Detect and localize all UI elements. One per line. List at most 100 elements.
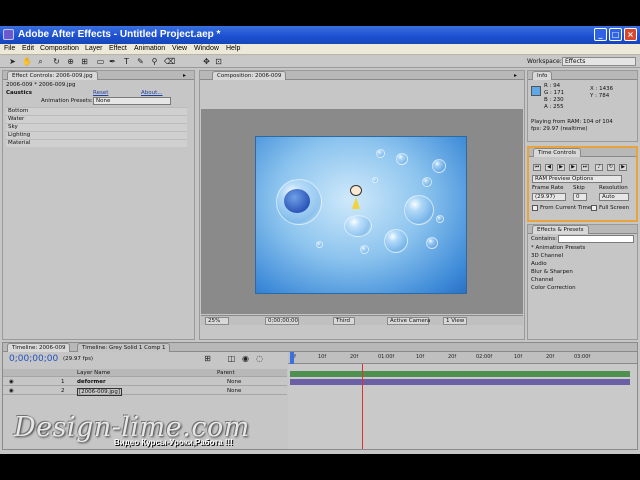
menu-animation[interactable]: Animation	[134, 45, 165, 52]
list-item[interactable]: Color Correction	[531, 285, 576, 291]
mask-tool-icon[interactable]: ▭	[96, 57, 105, 66]
next-frame-button[interactable]: ▶	[569, 164, 577, 171]
close-button[interactable]: ×	[624, 28, 637, 41]
about-link[interactable]: About...	[141, 90, 163, 96]
list-item[interactable]: Channel	[531, 277, 554, 283]
tab-composition[interactable]: Composition: 2006-009	[212, 71, 287, 80]
layer-name[interactable]: deformer	[77, 379, 106, 385]
tab-timeline-main[interactable]: Timeline: 2006-009	[7, 343, 71, 352]
current-time-display[interactable]: 0;00;00;00	[265, 317, 299, 325]
frame-rate-select[interactable]: (29.97)	[532, 193, 566, 201]
last-frame-button[interactable]: ⏭	[581, 164, 589, 171]
from-current-time-checkbox[interactable]	[532, 205, 538, 211]
ram-preview-button[interactable]: ▶	[619, 164, 627, 171]
effects-search-input[interactable]	[558, 235, 634, 243]
resolution-select[interactable]: Third	[333, 317, 355, 325]
motion-blur-icon[interactable]: ◉	[241, 354, 250, 363]
ram-preview-options-select[interactable]: RAM Preview Options	[532, 175, 622, 183]
rotation-tool-icon[interactable]: ↻	[52, 57, 61, 66]
reset-link[interactable]: Reset	[93, 90, 108, 96]
tab-effects-presets[interactable]: Effects & Presets	[532, 225, 589, 234]
tab-info[interactable]: Info	[532, 71, 553, 80]
visibility-eye-icon[interactable]: ◉	[9, 388, 14, 394]
previous-frame-button[interactable]: ◀	[545, 164, 553, 171]
table-row[interactable]: ◉ 2 [2006-009.jpg] None	[3, 387, 287, 396]
property-sky[interactable]: Sky	[6, 123, 187, 131]
panel-menu-icon[interactable]: ▸	[514, 72, 517, 79]
full-screen-checkbox[interactable]	[591, 205, 597, 211]
effect-caustics-name[interactable]: Caustics	[6, 90, 32, 96]
hand-tool-icon[interactable]: ✋	[22, 57, 32, 66]
menu-edit[interactable]: Edit	[22, 45, 34, 52]
parent-select[interactable]: None	[227, 388, 241, 394]
menu-layer[interactable]: Layer	[85, 45, 103, 52]
orbit-camera-tool-icon[interactable]: ⊕	[66, 57, 75, 66]
property-lighting[interactable]: Lighting	[6, 131, 187, 139]
property-bottom[interactable]: Bottom	[6, 107, 187, 115]
clone-stamp-tool-icon[interactable]: ⚲	[150, 57, 159, 66]
pan-behind-tool-icon[interactable]: ⊞	[80, 57, 89, 66]
resolution-select[interactable]: Auto	[599, 193, 629, 201]
zoom-tool-icon[interactable]: ⌕	[36, 57, 45, 66]
list-item[interactable]: 3D Channel	[531, 253, 563, 259]
loop-button[interactable]: ↻	[607, 164, 615, 171]
composition-canvas[interactable]	[255, 136, 467, 294]
eraser-tool-icon[interactable]: ⌫	[164, 57, 175, 66]
table-row[interactable]: ◉ 1 deformer None	[3, 378, 287, 386]
panel-menu-icon[interactable]: ▸	[183, 72, 186, 79]
menu-composition[interactable]: Composition	[40, 45, 79, 52]
world-axis-icon[interactable]: ⊡	[214, 57, 223, 66]
property-water[interactable]: Water	[6, 115, 187, 123]
animation-presets-select[interactable]: None	[93, 97, 171, 105]
graph-editor-icon[interactable]: ◌	[255, 354, 264, 363]
contains-label: Contains:	[531, 236, 557, 242]
full-screen-label: Full Screen	[599, 205, 630, 211]
menu-file[interactable]: File	[4, 45, 15, 52]
layer-duration-bar[interactable]	[290, 379, 630, 385]
brush-tool-icon[interactable]: ✎	[136, 57, 145, 66]
audio-button[interactable]: ♪	[595, 164, 603, 171]
tab-effect-controls[interactable]: Effect Controls: 2006-009.jpg	[7, 71, 98, 80]
info-g: G : 171	[544, 90, 565, 96]
layer-duration-bar[interactable]	[290, 371, 630, 377]
menu-help[interactable]: Help	[226, 45, 240, 52]
ruler-label: 03:00f	[574, 354, 591, 360]
maximize-button[interactable]: □	[609, 28, 622, 41]
zoom-select[interactable]: 25%	[205, 317, 229, 325]
list-item[interactable]: * Animation Presets	[531, 245, 585, 251]
axis-mode-icon[interactable]: ✥	[202, 57, 211, 66]
visibility-eye-icon[interactable]: ◉	[9, 379, 14, 385]
pen-tool-icon[interactable]: ✒	[108, 57, 117, 66]
list-item[interactable]: Blur & Sharpen	[531, 269, 573, 275]
property-material[interactable]: Material	[6, 139, 187, 147]
first-frame-button[interactable]: ⏮	[533, 164, 541, 171]
playhead-line[interactable]	[362, 364, 363, 449]
list-item[interactable]: Audio	[531, 261, 547, 267]
tab-timeline-grey-solid[interactable]: Timeline: Grey Solid 1 Comp 1	[77, 343, 171, 352]
menu-effect[interactable]: Effect	[109, 45, 127, 52]
ruler-label: 20f	[448, 354, 457, 360]
work-area-start-handle[interactable]	[290, 352, 294, 364]
draft-3d-icon[interactable]: ◫	[227, 354, 236, 363]
skip-input[interactable]: 0	[573, 193, 587, 201]
workspace-select[interactable]: Effects	[562, 57, 636, 66]
parent-select[interactable]: None	[227, 379, 241, 385]
minimize-button[interactable]: _	[594, 28, 607, 41]
timeline-graph-area[interactable]: 0f 10f 20f 01:00f 10f 20f 02:00f 10f 20f…	[288, 352, 637, 449]
menu-view[interactable]: View	[172, 45, 187, 52]
from-current-time-label: From Current Time	[540, 205, 592, 211]
text-tool-icon[interactable]: T	[122, 57, 131, 66]
composition-switch-icon[interactable]: ⊞	[203, 354, 212, 363]
time-ruler[interactable]: 0f 10f 20f 01:00f 10f 20f 02:00f 10f 20f…	[288, 352, 637, 364]
camera-select[interactable]: Active Camera	[387, 317, 430, 325]
view-layout-select[interactable]: 1 View	[443, 317, 467, 325]
tab-time-controls[interactable]: Time Controls	[533, 148, 581, 157]
timeline-timecode[interactable]: 0;00;00;00	[9, 354, 58, 364]
play-button[interactable]: ▶	[557, 164, 565, 171]
layer-name[interactable]: [2006-009.jpg]	[77, 388, 123, 396]
info-fps: fps: 29.97 (realtime)	[531, 126, 588, 132]
info-r: R : 94	[544, 83, 561, 89]
menu-window[interactable]: Window	[194, 45, 219, 52]
selection-tool-icon[interactable]: ➤	[8, 57, 17, 66]
composition-viewer[interactable]	[201, 109, 523, 314]
